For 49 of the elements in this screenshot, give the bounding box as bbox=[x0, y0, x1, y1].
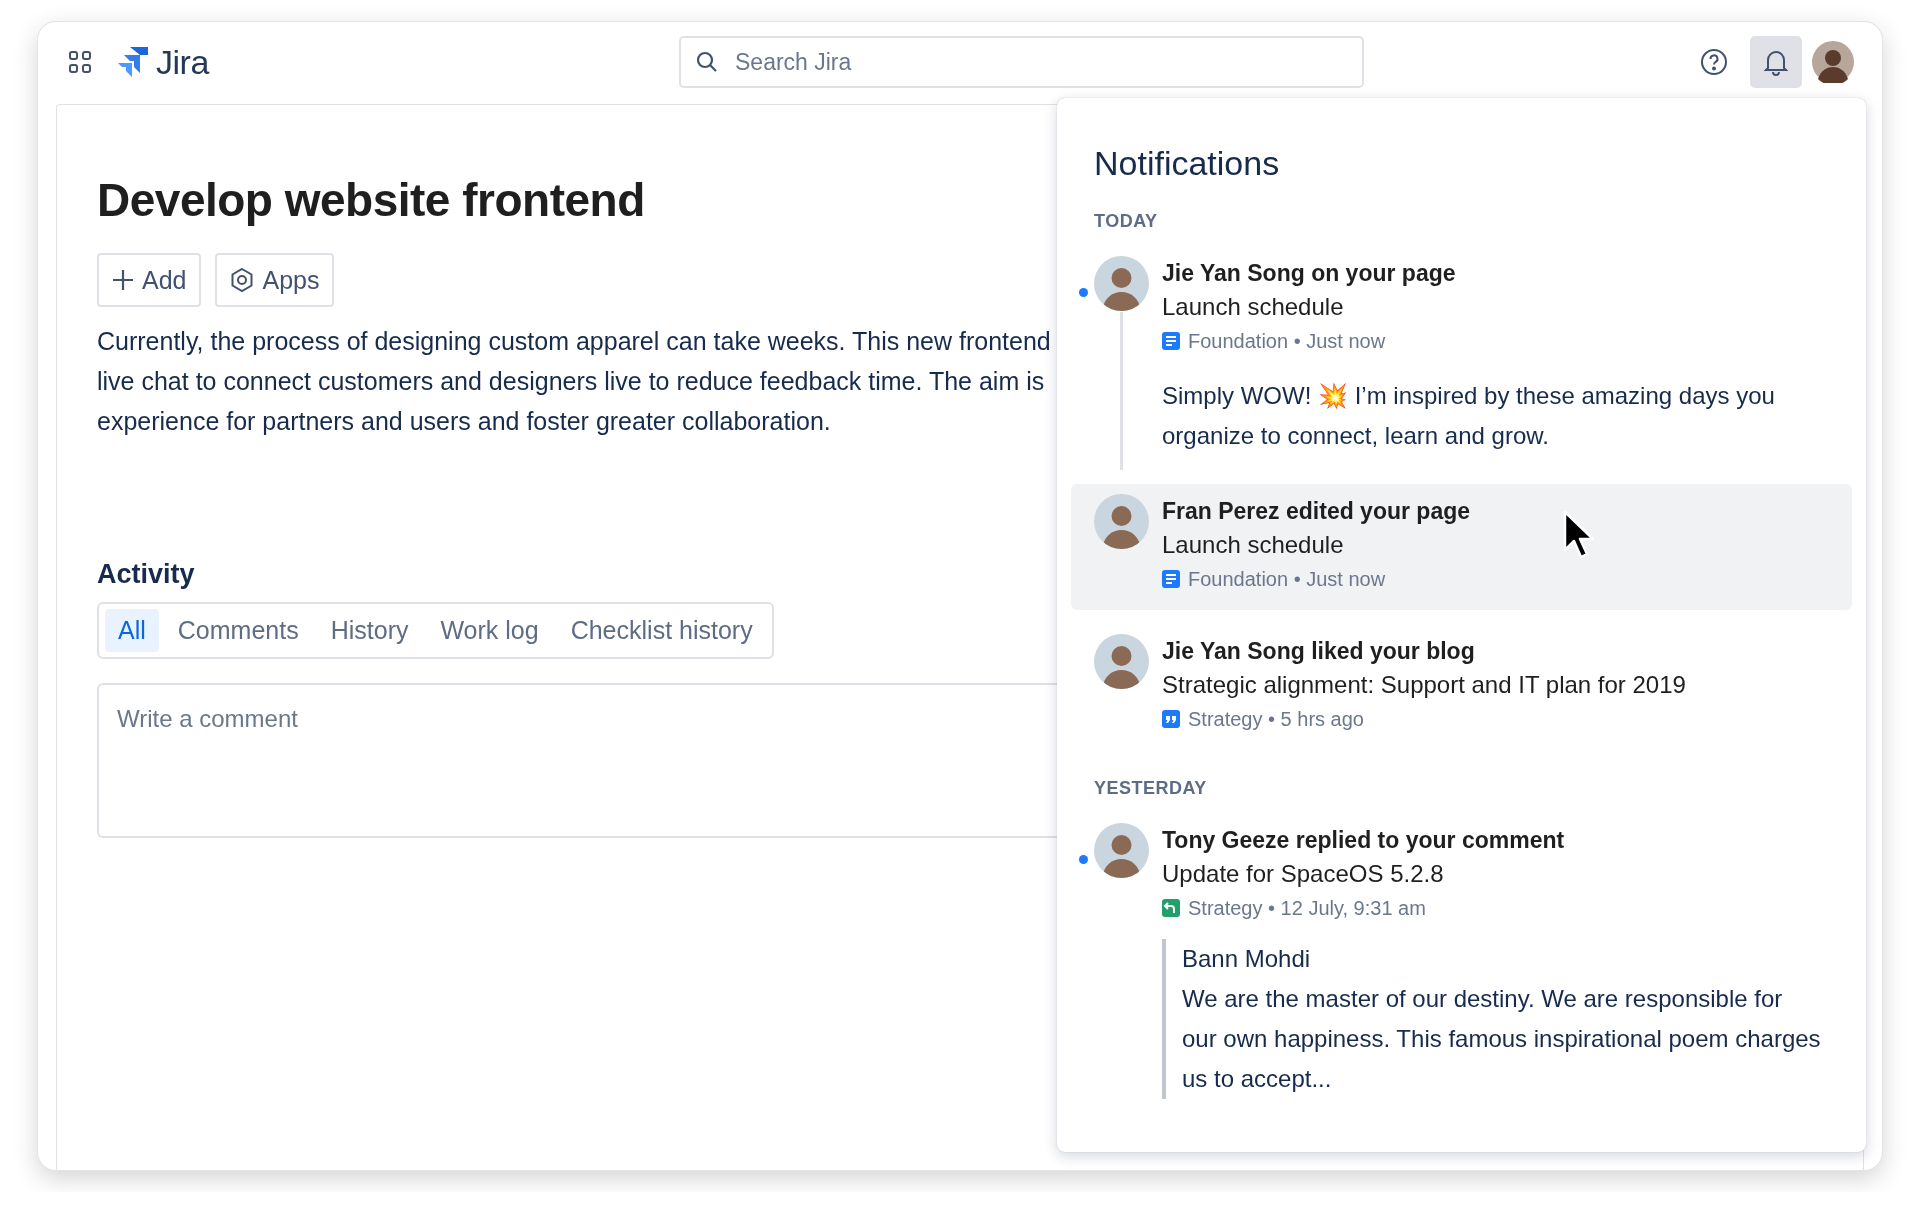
notifications-button[interactable] bbox=[1750, 36, 1802, 88]
notification-title: Tony Geeze replied to your comment bbox=[1162, 826, 1566, 855]
avatar-icon bbox=[1094, 823, 1149, 878]
activity-tab[interactable]: Comments bbox=[164, 609, 312, 652]
group-label: TODAY bbox=[1094, 211, 1159, 232]
notification-title: Jie Yan Song on your page bbox=[1162, 259, 1457, 288]
description-line: experience for partners and users and foster greater collaboration. bbox=[97, 406, 831, 437]
avatar-icon bbox=[1094, 634, 1149, 689]
search-icon bbox=[695, 50, 719, 74]
notification-item[interactable]: Fran Perez edited your page Launch schedule Foundation • Just now bbox=[1071, 484, 1852, 610]
comment-field[interactable]: Write a comment bbox=[97, 683, 1059, 838]
search-input[interactable]: Search Jira bbox=[733, 47, 1348, 77]
notification-meta: Foundation • Just now bbox=[1188, 567, 1386, 592]
avatar-icon[interactable] bbox=[1812, 41, 1854, 83]
hexagon-icon bbox=[230, 267, 255, 293]
add-button[interactable]: Add bbox=[97, 253, 202, 307]
search-field[interactable]: Search Jira bbox=[679, 36, 1364, 88]
help-icon bbox=[1700, 48, 1728, 76]
notification-title: Fran Perez edited your page bbox=[1162, 497, 1471, 526]
activity-tab[interactable]: History bbox=[317, 609, 422, 652]
app-switcher-icon[interactable] bbox=[68, 50, 92, 74]
notification-subtitle: Strategic alignment: Support and IT plan for 2019 bbox=[1162, 670, 1686, 700]
notification-title: Jie Yan Song liked your blog bbox=[1162, 637, 1476, 666]
quote-text: We are the master of our destiny. We are responsible for our own happiness. This famous inspirational poem charges us to accept... bbox=[1182, 984, 1822, 1094]
panel-title: Notifications bbox=[1094, 144, 1281, 183]
apps-button[interactable]: Apps bbox=[215, 253, 335, 307]
activity-heading: Activity bbox=[97, 559, 195, 590]
notification-body: Simply WOW! 💥 I’m inspired by these amazing days you organize to connect, learn and grow. bbox=[1162, 381, 1776, 451]
description-line: Currently, the process of designing custom apparel can take weeks. This new frontend bbox=[97, 326, 1051, 357]
activity-tab[interactable]: All bbox=[105, 609, 159, 652]
cursor-icon bbox=[1562, 510, 1596, 560]
bell-icon bbox=[1763, 48, 1789, 76]
logo-text: Jira bbox=[156, 42, 209, 82]
notification-subtitle: Launch schedule bbox=[1162, 292, 1345, 322]
activity-tab[interactable]: Checklist history bbox=[557, 609, 766, 652]
quote-author: Bann Mohdi bbox=[1182, 944, 1312, 974]
issue-title: Develop website frontend bbox=[97, 173, 645, 227]
description-line: live chat to connect customers and designers live to reduce feedback time. The aim is bbox=[97, 366, 1045, 397]
plus-icon bbox=[112, 269, 134, 291]
avatar-icon bbox=[1094, 494, 1149, 549]
logo-icon bbox=[116, 45, 150, 79]
activity-tab[interactable]: Work log bbox=[427, 609, 552, 652]
notification-meta: Strategy • 12 July, 9:31 am bbox=[1188, 896, 1426, 921]
group-label: YESTERDAY bbox=[1094, 778, 1208, 799]
notification-subtitle: Launch schedule bbox=[1162, 530, 1345, 560]
notification-meta: Foundation • Just now bbox=[1188, 329, 1386, 354]
avatar-icon bbox=[1094, 256, 1149, 311]
notification-meta: Strategy • 5 hrs ago bbox=[1188, 707, 1364, 732]
notification-subtitle: Update for SpaceOS 5.2.8 bbox=[1162, 859, 1445, 889]
